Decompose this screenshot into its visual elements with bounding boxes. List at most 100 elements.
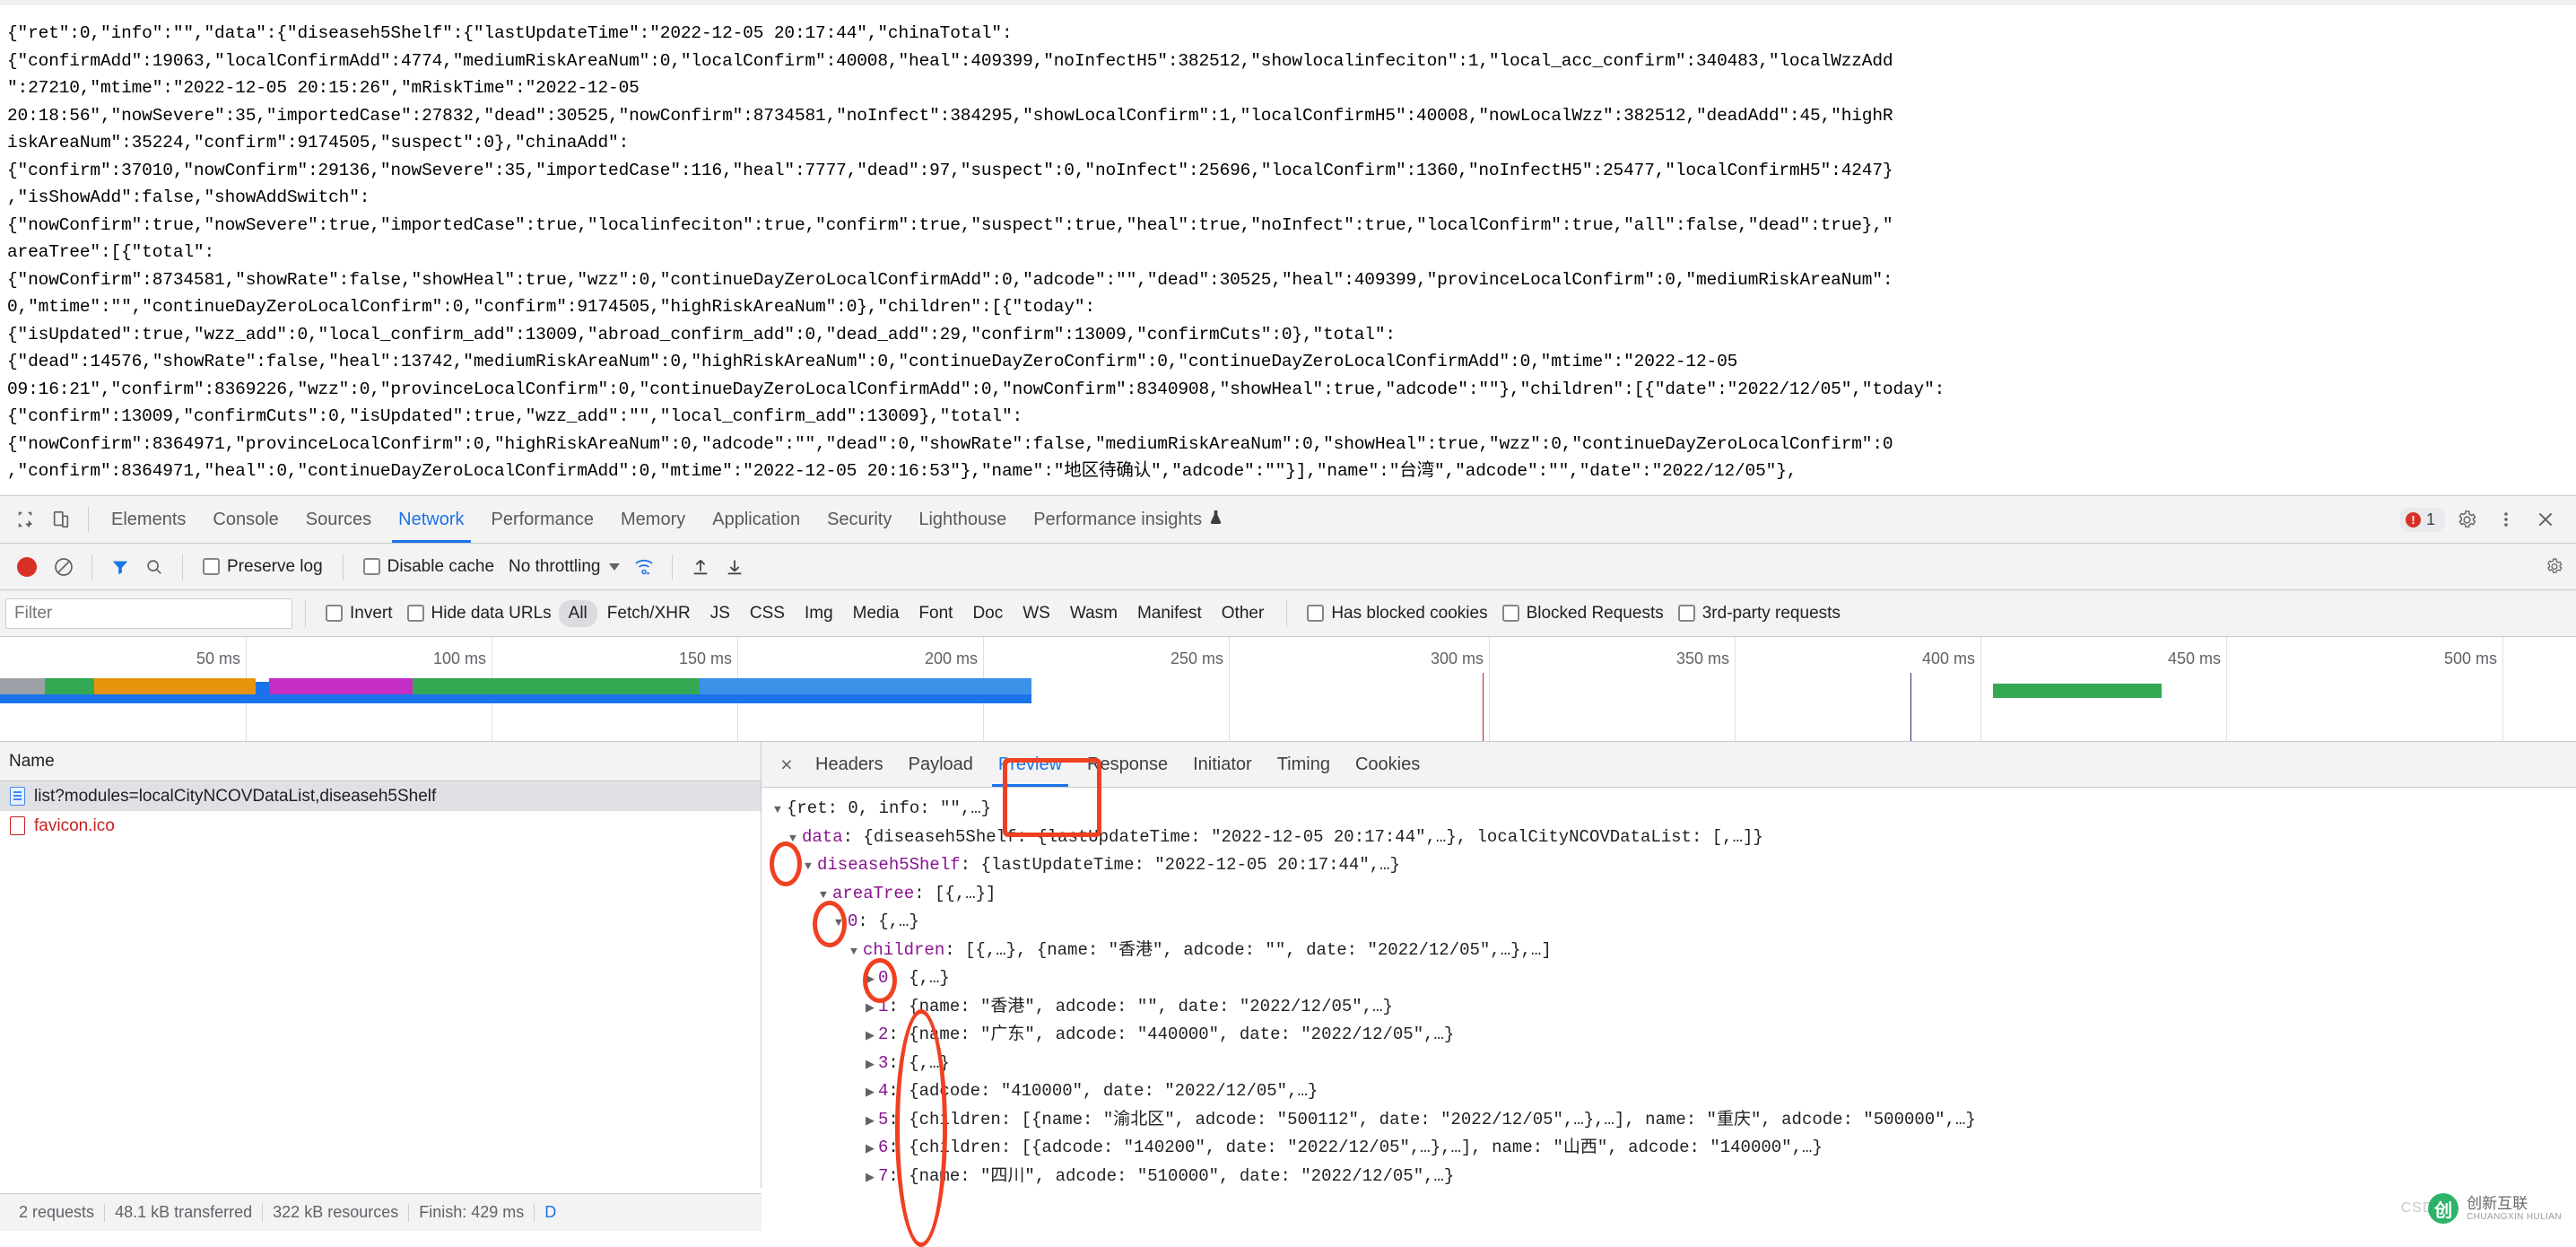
overview-tick-label: 350 ms xyxy=(1676,650,1735,668)
tab-preview[interactable]: Preview xyxy=(986,742,1075,787)
filter-icon[interactable] xyxy=(105,552,135,582)
type-filter-media[interactable]: Media xyxy=(843,600,909,627)
overview-gridline xyxy=(1229,637,1230,741)
preserve-log-box xyxy=(203,558,220,575)
json-tree-row[interactable]: ▼areaTree: [{,…}] xyxy=(774,880,2576,909)
tab-performance[interactable]: Performance xyxy=(478,496,608,543)
type-filter-doc[interactable]: Doc xyxy=(962,600,1013,627)
tab-elements[interactable]: Elements xyxy=(98,496,199,543)
device-toolbar-icon[interactable] xyxy=(43,501,79,537)
json-tree-row[interactable]: ▼diseaseh5Shelf: {lastUpdateTime: "2022-… xyxy=(774,851,2576,880)
tab-sources[interactable]: Sources xyxy=(292,496,385,543)
type-filter-css[interactable]: CSS xyxy=(740,600,795,627)
network-conditions-icon[interactable] xyxy=(629,552,659,582)
json-tree-row[interactable]: ▼data: {diseaseh5Shelf: {lastUpdateTime:… xyxy=(774,824,2576,852)
experimental-flask-icon xyxy=(1209,509,1223,531)
chevron-down-icon[interactable]: ▼ xyxy=(774,796,787,824)
type-filter-img[interactable]: Img xyxy=(795,600,843,627)
type-filter-js[interactable]: JS xyxy=(701,600,740,627)
chevron-right-icon[interactable]: ▶ xyxy=(866,965,878,994)
more-vertical-icon[interactable] xyxy=(2488,501,2524,537)
tab-performance-insights[interactable]: Performance insights xyxy=(1020,496,1236,543)
chevron-down-icon[interactable]: ▼ xyxy=(805,852,817,881)
json-tree-row[interactable]: ▶7: {name: "四川", adcode: "510000", date:… xyxy=(774,1163,2576,1189)
disable-cache-box xyxy=(363,558,380,575)
tab-application[interactable]: Application xyxy=(699,496,814,543)
filter-input[interactable] xyxy=(5,598,292,629)
tab-payload[interactable]: Payload xyxy=(896,742,986,787)
type-filter-other[interactable]: Other xyxy=(1212,600,1275,627)
chevron-right-icon[interactable]: ▶ xyxy=(866,1051,878,1079)
json-value: : {name: "广东", adcode: "440000", date: "… xyxy=(888,1025,1454,1044)
json-tree-row[interactable]: ▼0: {,…} xyxy=(774,908,2576,937)
json-tree-row[interactable]: ▶0: {,…} xyxy=(774,964,2576,993)
request-list-header[interactable]: Name xyxy=(0,742,761,781)
tab-cookies[interactable]: Cookies xyxy=(1343,742,1432,787)
tab-console[interactable]: Console xyxy=(199,496,292,543)
record-button[interactable] xyxy=(17,557,37,577)
preserve-log-checkbox[interactable]: Preserve log xyxy=(203,557,323,577)
type-filter-manifest[interactable]: Manifest xyxy=(1127,600,1212,627)
json-tree-row[interactable]: ▼{ret: 0, info: "",…} xyxy=(774,795,2576,824)
chevron-right-icon[interactable]: ▶ xyxy=(866,994,878,1023)
tab-response[interactable]: Response xyxy=(1075,742,1180,787)
error-count-badge[interactable]: ! 1 xyxy=(2399,508,2445,532)
clear-button[interactable] xyxy=(48,552,79,582)
disable-cache-checkbox[interactable]: Disable cache xyxy=(363,557,494,577)
tab-headers[interactable]: Headers xyxy=(803,742,896,787)
status-transferred: 48.1 kB transferred xyxy=(105,1203,262,1222)
table-row[interactable]: favicon.ico xyxy=(0,811,761,841)
json-tree-row[interactable]: ▼children: [{,…}, {name: "香港", adcode: "… xyxy=(774,937,2576,965)
domcontentloaded-line xyxy=(1483,673,1484,741)
json-tree-row[interactable]: ▶6: {children: [{adcode: "140200", date:… xyxy=(774,1134,2576,1163)
export-har-icon[interactable] xyxy=(719,552,750,582)
close-detail-icon[interactable]: × xyxy=(770,748,803,780)
has-blocked-cookies-checkbox[interactable]: Has blocked cookies xyxy=(1307,604,1487,624)
chevron-down-icon[interactable]: ▼ xyxy=(789,824,802,853)
json-tree-row[interactable]: ▶5: {children: [{name: "渝北区", adcode: "5… xyxy=(774,1106,2576,1135)
chevron-down-icon[interactable]: ▼ xyxy=(820,881,832,910)
chevron-right-icon[interactable]: ▶ xyxy=(866,1107,878,1136)
overview-tick-label: 200 ms xyxy=(925,650,983,668)
json-tree-row[interactable]: ▶1: {name: "香港", adcode: "", date: "2022… xyxy=(774,993,2576,1022)
type-filter-fetch-xhr[interactable]: Fetch/XHR xyxy=(597,600,701,627)
import-har-icon[interactable] xyxy=(685,552,716,582)
hide-data-urls-checkbox[interactable]: Hide data URLs xyxy=(407,604,552,624)
blocked-requests-checkbox[interactable]: Blocked Requests xyxy=(1502,604,1664,624)
json-key: 0 xyxy=(848,911,857,931)
json-tree-row[interactable]: ▶3: {,…} xyxy=(774,1050,2576,1078)
tab-network[interactable]: Network xyxy=(385,496,477,543)
json-tree-row[interactable]: ▶4: {adcode: "410000", date: "2022/12/05… xyxy=(774,1077,2576,1106)
table-row[interactable]: list?modules=localCityNCOVDataList,disea… xyxy=(0,781,761,811)
throttling-select[interactable]: No throttling xyxy=(509,557,620,577)
json-preview-tree[interactable]: ▼{ret: 0, info: "",…}▼data: {diseaseh5Sh… xyxy=(761,788,2576,1188)
chevron-right-icon[interactable]: ▶ xyxy=(866,1078,878,1107)
chevron-right-icon[interactable]: ▶ xyxy=(866,1164,878,1189)
toolbar-divider-2 xyxy=(182,554,183,580)
type-filter-ws[interactable]: WS xyxy=(1013,600,1060,627)
json-value: : {name: "四川", adcode: "510000", date: "… xyxy=(888,1166,1454,1186)
chevron-right-icon[interactable]: ▶ xyxy=(866,1135,878,1164)
third-party-requests-checkbox[interactable]: 3rd-party requests xyxy=(1678,604,1841,624)
chevron-right-icon[interactable]: ▶ xyxy=(866,1022,878,1051)
network-settings-icon[interactable] xyxy=(2546,552,2576,582)
gear-icon[interactable] xyxy=(2449,501,2485,537)
tab-lighthouse[interactable]: Lighthouse xyxy=(905,496,1020,543)
toolbar-divider-4 xyxy=(672,554,673,580)
type-filter-font[interactable]: Font xyxy=(909,600,962,627)
toolbar-divider-1 xyxy=(91,554,92,580)
chevron-down-icon[interactable]: ▼ xyxy=(850,937,863,966)
chevron-down-icon[interactable]: ▼ xyxy=(835,909,848,937)
network-overview-timeline[interactable]: 50 ms 100 ms 150 ms 200 ms 250 ms 300 ms… xyxy=(0,637,2576,742)
tab-timing[interactable]: Timing xyxy=(1265,742,1343,787)
json-tree-row[interactable]: ▶2: {name: "广东", adcode: "440000", date:… xyxy=(774,1021,2576,1050)
search-icon[interactable] xyxy=(139,552,170,582)
inspect-element-icon[interactable] xyxy=(7,501,43,537)
type-filter-all[interactable]: All xyxy=(559,600,597,627)
invert-checkbox[interactable]: Invert xyxy=(326,604,393,624)
tab-security[interactable]: Security xyxy=(814,496,905,543)
tab-memory[interactable]: Memory xyxy=(607,496,699,543)
type-filter-wasm[interactable]: Wasm xyxy=(1060,600,1127,627)
close-icon[interactable] xyxy=(2528,501,2563,537)
tab-initiator[interactable]: Initiator xyxy=(1180,742,1265,787)
